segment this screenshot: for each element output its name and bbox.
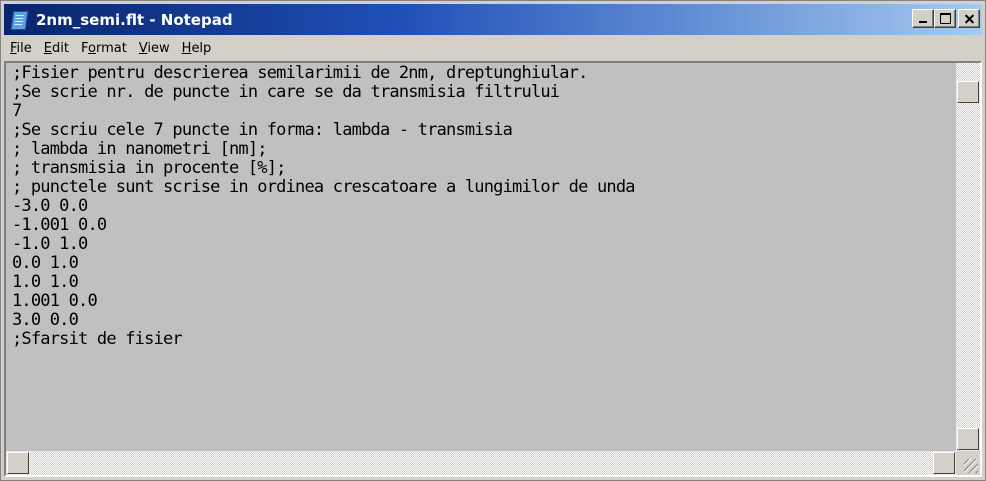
text-line: -1.0 1.0 xyxy=(12,234,88,254)
minimize-button[interactable] xyxy=(912,9,934,28)
scroll-down-button[interactable] xyxy=(957,428,979,450)
text-line: -1.001 0.0 xyxy=(12,215,107,235)
menu-view[interactable]: View xyxy=(133,41,176,56)
notepad-window: 2nm_semi.flt - Notepad File Edit Format Vie… xyxy=(0,0,986,481)
editor-text-area[interactable]: ;Fisier pentru descrierea semilarimii de… xyxy=(8,64,956,451)
resize-grip-icon[interactable] xyxy=(956,451,980,475)
menu-edit[interactable]: Edit xyxy=(38,41,75,56)
text-line: 3.0 0.0 xyxy=(12,310,79,330)
menu-file[interactable]: File xyxy=(4,41,38,56)
scroll-left-button[interactable] xyxy=(7,452,29,474)
menu-format[interactable]: Format xyxy=(75,41,133,56)
text-line: 1.001 0.0 xyxy=(12,291,98,311)
scroll-up-button[interactable] xyxy=(957,81,979,103)
window-controls xyxy=(912,9,980,28)
text-line: ;Fisier pentru descrierea semilarimii de… xyxy=(12,64,588,83)
text-line: -3.0 0.0 xyxy=(12,196,88,216)
text-line: ; punctele sunt scrise in ordinea cresca… xyxy=(12,177,636,197)
close-icon xyxy=(959,10,979,27)
horizontal-scrollbar[interactable] xyxy=(6,451,956,475)
text-line: ; lambda in nanometri [nm]; xyxy=(12,139,268,159)
text-editor[interactable]: ;Fisier pentru descrierea semilarimii de… xyxy=(4,61,982,477)
close-button[interactable] xyxy=(958,9,980,28)
text-line: ;Se scriu cele 7 puncte in forma: lambda… xyxy=(12,120,513,140)
maximize-icon xyxy=(940,13,951,24)
menu-help[interactable]: Help xyxy=(176,41,218,56)
vertical-scrollbar[interactable] xyxy=(956,63,980,451)
scroll-right-button[interactable] xyxy=(933,452,955,474)
text-line: ; transmisia in procente [%]; xyxy=(12,158,286,178)
notepad-icon[interactable] xyxy=(10,10,29,30)
maximize-button[interactable] xyxy=(934,9,956,28)
text-line: ;Se scrie nr. de puncte in care se da tr… xyxy=(12,82,560,102)
text-line: 1.0 1.0 xyxy=(12,272,79,292)
text-line: 7 xyxy=(12,101,22,121)
text-line: ;Sfarsit de fisier xyxy=(12,329,183,349)
window-title: 2nm_semi.flt - Notepad xyxy=(36,10,233,29)
text-line: 0.0 1.0 xyxy=(12,253,79,273)
minimize-icon xyxy=(919,21,927,23)
menu-bar: File Edit Format View Help xyxy=(4,37,982,59)
title-bar[interactable]: 2nm_semi.flt - Notepad xyxy=(4,4,982,35)
